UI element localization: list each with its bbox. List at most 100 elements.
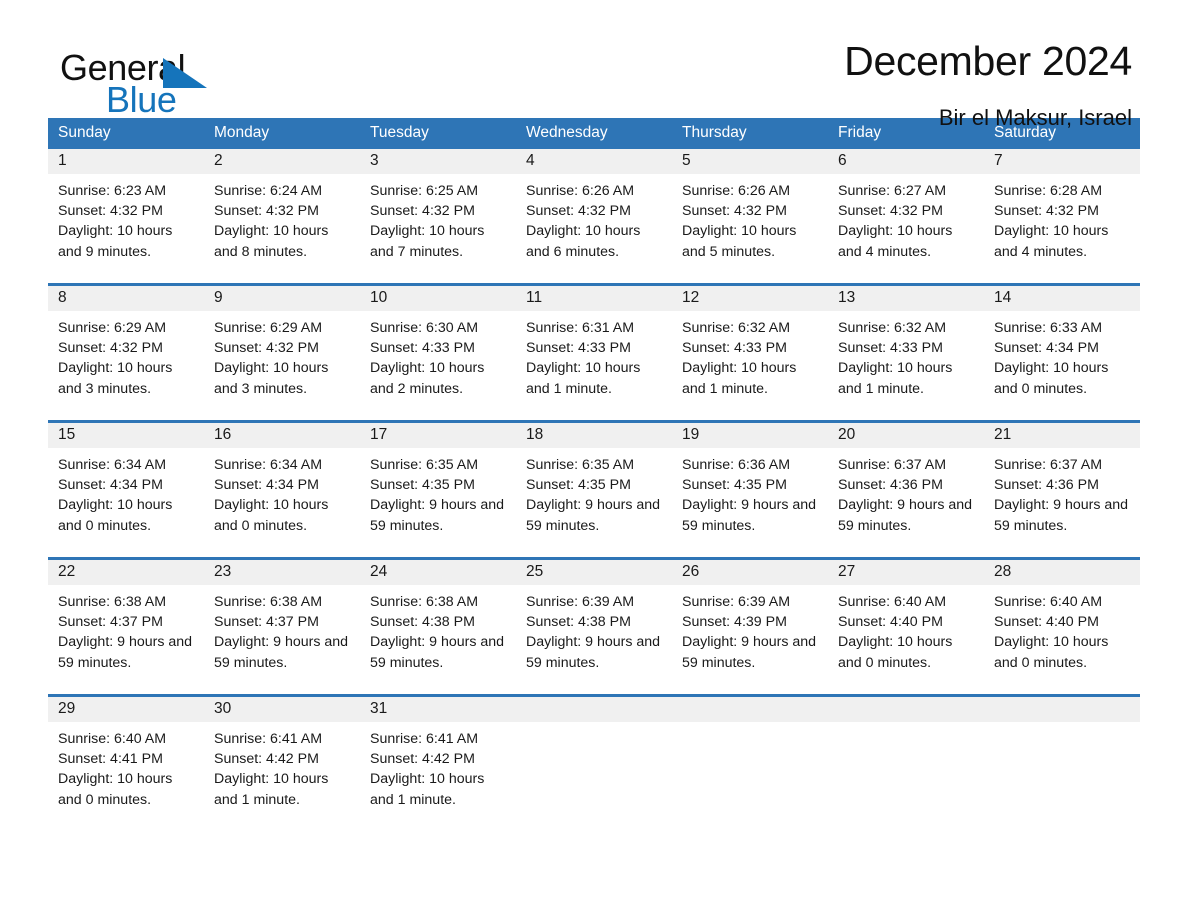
- sunrise-text: Sunrise: 6:35 AM: [370, 457, 479, 473]
- calendar-day-cell[interactable]: 18 Sunrise: 6:35 AM Sunset: 4:35 PM Dayligh…: [516, 420, 672, 559]
- calendar-day-cell[interactable]: 3 Sunrise: 6:25 AM Sunset: 4:32 PM Daylight…: [360, 149, 516, 285]
- weekday-header-monday: Monday: [204, 118, 360, 149]
- calendar-day-cell[interactable]: 9 Sunrise: 6:29 AM Sunset: 4:32 PM Daylight…: [204, 283, 360, 422]
- calendar-day-cell[interactable]: 8 Sunrise: 6:29 AM Sunset: 4:32 PM Daylight…: [48, 283, 204, 422]
- sunrise-text: Sunrise: 6:34 AM: [58, 457, 167, 473]
- calendar-day-cell[interactable]: 29 Sunrise: 6:40 AM Sunset: 4:41 PM Dayligh…: [48, 694, 204, 831]
- sunset-text: Sunset: 4:33 PM: [682, 340, 787, 357]
- calendar-day-cell[interactable]: 13 Sunrise: 6:32 AM Sunset: 4:33 PM Dayligh…: [828, 283, 984, 422]
- sunset-text: Sunset: 4:32 PM: [58, 340, 163, 357]
- sunset-text: Sunset: 4:40 PM: [838, 614, 943, 631]
- calendar-day-cell[interactable]: 21 Sunrise: 6:37 AM Sunset: 4:36 PM Dayligh…: [984, 420, 1140, 559]
- calendar-day-cell[interactable]: 24 Sunrise: 6:38 AM Sunset: 4:38 PM Dayligh…: [360, 557, 516, 696]
- day-details: Sunrise: 6:29 AM Sunset: 4:32 PM Daylight:…: [48, 311, 204, 399]
- calendar-day-cell[interactable]: 7 Sunrise: 6:28 AM Sunset: 4:32 PM Daylight…: [984, 149, 1140, 285]
- calendar-day-cell[interactable]: 27 Sunrise: 6:40 AM Sunset: 4:40 PM Dayligh…: [828, 557, 984, 696]
- daylight-text: Daylight: 10 hours and 3 minutes.: [58, 360, 173, 397]
- sunset-text: Sunset: 4:41 PM: [58, 751, 163, 768]
- calendar-day-cell[interactable]: 12 Sunrise: 6:32 AM Sunset: 4:33 PM Dayligh…: [672, 283, 828, 422]
- day-details: Sunrise: 6:40 AM Sunset: 4:40 PM Daylight:…: [828, 585, 984, 673]
- day-number: 6: [828, 149, 984, 174]
- calendar-day-cell[interactable]: 26 Sunrise: 6:39 AM Sunset: 4:39 PM Dayligh…: [672, 557, 828, 696]
- calendar-day-cell[interactable]: 19 Sunrise: 6:36 AM Sunset: 4:35 PM Dayligh…: [672, 420, 828, 559]
- calendar-day-cell[interactable]: 2 Sunrise: 6:24 AM Sunset: 4:32 PM Daylight…: [204, 149, 360, 285]
- daylight-text: Daylight: 10 hours and 1 minute.: [370, 771, 485, 808]
- day-number: 24: [360, 560, 516, 585]
- day-details: Sunrise: 6:33 AM Sunset: 4:34 PM Daylight:…: [984, 311, 1140, 399]
- sunset-text: Sunset: 4:32 PM: [214, 203, 319, 220]
- sunset-text: Sunset: 4:37 PM: [58, 614, 163, 631]
- calendar-day-cell[interactable]: 22 Sunrise: 6:38 AM Sunset: 4:37 PM Dayligh…: [48, 557, 204, 696]
- sunset-text: Sunset: 4:32 PM: [370, 203, 475, 220]
- day-number: 2: [204, 149, 360, 174]
- day-details: Sunrise: 6:27 AM Sunset: 4:32 PM Daylight:…: [828, 174, 984, 262]
- weekday-header-sunday: Sunday: [48, 118, 204, 149]
- calendar-day-cell[interactable]: 31 Sunrise: 6:41 AM Sunset: 4:42 PM Dayligh…: [360, 694, 516, 831]
- calendar-day-cell[interactable]: 10 Sunrise: 6:30 AM Sunset: 4:33 PM Dayligh…: [360, 283, 516, 422]
- day-number: 8: [48, 286, 204, 311]
- sunset-text: Sunset: 4:32 PM: [682, 203, 787, 220]
- day-number: 3: [360, 149, 516, 174]
- day-number: 23: [204, 560, 360, 585]
- sunrise-text: Sunrise: 6:26 AM: [682, 183, 791, 199]
- day-number: 10: [360, 286, 516, 311]
- sunrise-text: Sunrise: 6:25 AM: [370, 183, 479, 199]
- sunset-text: Sunset: 4:34 PM: [994, 340, 1099, 357]
- daylight-text: Daylight: 10 hours and 9 minutes.: [58, 223, 173, 260]
- day-details: Sunrise: 6:32 AM Sunset: 4:33 PM Daylight:…: [828, 311, 984, 399]
- daylight-text: Daylight: 10 hours and 7 minutes.: [370, 223, 485, 260]
- daylight-text: Daylight: 9 hours and 59 minutes.: [994, 497, 1129, 534]
- calendar-day-cell[interactable]: 17 Sunrise: 6:35 AM Sunset: 4:35 PM Dayligh…: [360, 420, 516, 559]
- day-details: Sunrise: 6:25 AM Sunset: 4:32 PM Daylight:…: [360, 174, 516, 262]
- sunset-text: Sunset: 4:42 PM: [214, 751, 319, 768]
- calendar-day-cell[interactable]: 14 Sunrise: 6:33 AM Sunset: 4:34 PM Dayligh…: [984, 283, 1140, 422]
- day-details: Sunrise: 6:39 AM Sunset: 4:39 PM Daylight:…: [672, 585, 828, 673]
- calendar-week-row: 8 Sunrise: 6:29 AM Sunset: 4:32 PM Daylight…: [48, 283, 1140, 422]
- sunrise-text: Sunrise: 6:27 AM: [838, 183, 947, 199]
- calendar-day-cell[interactable]: 20 Sunrise: 6:37 AM Sunset: 4:36 PM Dayligh…: [828, 420, 984, 559]
- sunrise-text: Sunrise: 6:30 AM: [370, 320, 479, 336]
- calendar-day-cell[interactable]: 6 Sunrise: 6:27 AM Sunset: 4:32 PM Daylight…: [828, 149, 984, 285]
- calendar-day-cell[interactable]: 30 Sunrise: 6:41 AM Sunset: 4:42 PM Dayligh…: [204, 694, 360, 831]
- calendar-day-cell[interactable]: 1 Sunrise: 6:23 AM Sunset: 4:32 PM Daylight…: [48, 149, 204, 285]
- daylight-text: Daylight: 10 hours and 1 minute.: [214, 771, 329, 808]
- sunrise-text: Sunrise: 6:37 AM: [994, 457, 1103, 473]
- sunrise-text: Sunrise: 6:38 AM: [58, 594, 167, 610]
- daylight-text: Daylight: 9 hours and 59 minutes.: [370, 634, 505, 671]
- sunset-text: Sunset: 4:35 PM: [526, 477, 631, 494]
- sunset-text: Sunset: 4:35 PM: [370, 477, 475, 494]
- calendar-day-cell[interactable]: 4 Sunrise: 6:26 AM Sunset: 4:32 PM Daylight…: [516, 149, 672, 285]
- sunrise-text: Sunrise: 6:38 AM: [370, 594, 479, 610]
- sunset-text: Sunset: 4:32 PM: [994, 203, 1099, 220]
- day-number: 18: [516, 423, 672, 448]
- sunrise-text: Sunrise: 6:36 AM: [682, 457, 791, 473]
- calendar-day-cell[interactable]: 16 Sunrise: 6:34 AM Sunset: 4:34 PM Dayligh…: [204, 420, 360, 559]
- calendar-day-cell[interactable]: 23 Sunrise: 6:38 AM Sunset: 4:37 PM Dayligh…: [204, 557, 360, 696]
- day-number: 25: [516, 560, 672, 585]
- calendar-day-cell[interactable]: 15 Sunrise: 6:34 AM Sunset: 4:34 PM Dayligh…: [48, 420, 204, 559]
- day-details: Sunrise: 6:29 AM Sunset: 4:32 PM Daylight:…: [204, 311, 360, 399]
- day-details: Sunrise: 6:41 AM Sunset: 4:42 PM Daylight:…: [360, 722, 516, 810]
- calendar-day-cell[interactable]: 5 Sunrise: 6:26 AM Sunset: 4:32 PM Daylight…: [672, 149, 828, 285]
- day-number: 14: [984, 286, 1140, 311]
- sunrise-text: Sunrise: 6:24 AM: [214, 183, 323, 199]
- daylight-text: Daylight: 10 hours and 6 minutes.: [526, 223, 641, 260]
- generalblue-logo[interactable]: General Blue: [60, 42, 320, 118]
- sunset-text: Sunset: 4:32 PM: [838, 203, 943, 220]
- calendar-day-cell-empty: [516, 694, 672, 831]
- calendar-page: General Blue December 2024 Bir el Maksur…: [0, 0, 1188, 918]
- day-details: Sunrise: 6:39 AM Sunset: 4:38 PM Daylight:…: [516, 585, 672, 673]
- weekday-header-wednesday: Wednesday: [516, 118, 672, 149]
- sunset-text: Sunset: 4:33 PM: [370, 340, 475, 357]
- sunrise-text: Sunrise: 6:32 AM: [838, 320, 947, 336]
- sunrise-text: Sunrise: 6:29 AM: [58, 320, 167, 336]
- day-number: 16: [204, 423, 360, 448]
- calendar-day-cell[interactable]: 25 Sunrise: 6:39 AM Sunset: 4:38 PM Dayligh…: [516, 557, 672, 696]
- daylight-text: Daylight: 10 hours and 0 minutes.: [58, 497, 173, 534]
- day-number: [984, 697, 1140, 722]
- day-details: Sunrise: 6:32 AM Sunset: 4:33 PM Daylight:…: [672, 311, 828, 399]
- calendar-day-cell[interactable]: 11 Sunrise: 6:31 AM Sunset: 4:33 PM Dayligh…: [516, 283, 672, 422]
- day-details: Sunrise: 6:28 AM Sunset: 4:32 PM Daylight:…: [984, 174, 1140, 262]
- daylight-text: Daylight: 9 hours and 59 minutes.: [682, 634, 817, 671]
- calendar-day-cell[interactable]: 28 Sunrise: 6:40 AM Sunset: 4:40 PM Dayligh…: [984, 557, 1140, 696]
